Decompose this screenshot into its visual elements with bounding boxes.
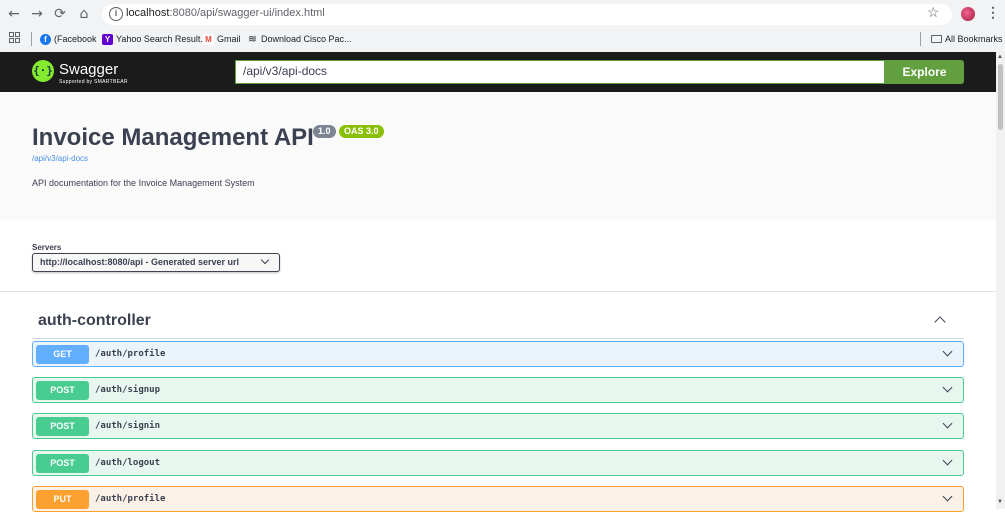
forward-arrow-icon[interactable]: → bbox=[27, 4, 47, 24]
swagger-logo-text[interactable]: Swagger bbox=[59, 61, 118, 78]
gmail-icon: M bbox=[203, 33, 214, 45]
browser-toolbar: ← → ⟳ ⌂ i localhost:8080/api/swagger-ui/… bbox=[0, 0, 1005, 52]
method-badge: POST bbox=[36, 417, 89, 436]
bookmark-facebook[interactable]: f (Facebook bbox=[40, 32, 97, 46]
bookmark-star-icon[interactable]: ☆ bbox=[927, 4, 940, 21]
operation-path: /auth/logout bbox=[95, 458, 161, 468]
operation-get-auth-profile[interactable]: GET /auth/profile bbox=[32, 341, 964, 367]
bookmark-yahoo[interactable]: Y Yahoo Search Result... bbox=[102, 32, 208, 46]
tag-collapse-toggle[interactable] bbox=[932, 313, 948, 328]
browser-nav-row: ← → ⟳ ⌂ i localhost:8080/api/swagger-ui/… bbox=[0, 0, 1005, 29]
explore-url-input[interactable]: /api/v3/api-docs bbox=[235, 60, 885, 84]
bookmark-label: Gmail bbox=[217, 34, 241, 44]
oas-badge: OAS 3.0 bbox=[339, 125, 384, 138]
swagger-logo-icon[interactable]: {·} bbox=[32, 60, 54, 82]
home-icon[interactable]: ⌂ bbox=[74, 4, 94, 24]
servers-label: Servers bbox=[32, 243, 62, 252]
method-badge: POST bbox=[36, 381, 89, 400]
reload-icon[interactable]: ⟳ bbox=[50, 4, 70, 24]
scroll-down-arrow-icon[interactable]: ▼ bbox=[997, 499, 1003, 505]
page-scrollbar[interactable]: ▲ ▼ bbox=[996, 52, 1005, 509]
address-bar[interactable]: i localhost:8080/api/swagger-ui/index.ht… bbox=[102, 4, 952, 25]
version-badge: 1.0 bbox=[313, 125, 336, 138]
profile-avatar[interactable] bbox=[961, 7, 975, 21]
all-bookmarks-label: All Bookmarks bbox=[945, 34, 1003, 44]
operation-put-auth-profile[interactable]: PUT /auth/profile bbox=[32, 486, 964, 512]
yahoo-icon: Y bbox=[102, 33, 113, 45]
chevron-down-icon bbox=[942, 382, 953, 393]
back-arrow-icon[interactable]: ← bbox=[4, 4, 24, 24]
operation-path: /auth/profile bbox=[95, 494, 166, 504]
explore-button[interactable]: Explore bbox=[885, 60, 964, 84]
kebab-menu-icon[interactable]: ⋮ bbox=[986, 4, 1000, 21]
bookmarks-bar: f (Facebook Y Yahoo Search Result... M G… bbox=[0, 29, 1005, 49]
chevron-up-icon bbox=[934, 316, 946, 328]
scroll-up-arrow-icon[interactable]: ▲ bbox=[997, 54, 1003, 60]
facebook-icon: f bbox=[40, 33, 51, 45]
servers-select[interactable]: http://localhost:8080/api - Generated se… bbox=[32, 253, 280, 272]
folder-icon bbox=[931, 35, 942, 43]
chevron-down-icon bbox=[260, 255, 270, 265]
api-info-section bbox=[0, 92, 996, 220]
bookmark-label: Download Cisco Pac... bbox=[261, 34, 352, 44]
bookmarks-divider bbox=[31, 32, 32, 46]
scrollbar-thumb[interactable] bbox=[998, 64, 1003, 130]
chevron-down-icon bbox=[942, 455, 953, 466]
operation-path: /auth/profile bbox=[95, 349, 166, 359]
operation-post-auth-signin[interactable]: POST /auth/signin bbox=[32, 413, 964, 439]
all-bookmarks[interactable]: All Bookmarks bbox=[931, 32, 1003, 46]
cisco-icon: ≋ bbox=[248, 33, 257, 45]
site-info-icon[interactable]: i bbox=[109, 7, 123, 21]
apps-grid-icon[interactable] bbox=[9, 32, 21, 44]
tag-title[interactable]: auth-controller bbox=[38, 312, 151, 330]
operation-post-auth-signup[interactable]: POST /auth/signup bbox=[32, 377, 964, 403]
method-badge: GET bbox=[36, 345, 89, 364]
operation-path: /auth/signup bbox=[95, 385, 161, 395]
operation-path: /auth/signin bbox=[95, 421, 161, 431]
api-docs-link[interactable]: /api/v3/api-docs bbox=[32, 154, 88, 163]
bookmark-gmail[interactable]: M Gmail bbox=[203, 32, 241, 46]
url-text[interactable]: localhost:8080/api/swagger-ui/index.html bbox=[126, 7, 325, 19]
operation-post-auth-logout[interactable]: POST /auth/logout bbox=[32, 450, 964, 476]
chevron-down-icon bbox=[942, 418, 953, 429]
bookmark-label: (Facebook bbox=[54, 34, 97, 44]
api-description: API documentation for the Invoice Manage… bbox=[32, 178, 255, 188]
api-title: Invoice Management API bbox=[32, 124, 314, 151]
tag-divider bbox=[32, 338, 964, 339]
chevron-down-icon bbox=[942, 491, 953, 502]
chevron-down-icon bbox=[942, 346, 953, 357]
method-badge: POST bbox=[36, 454, 89, 473]
bookmark-cisco[interactable]: ≋ Download Cisco Pac... bbox=[247, 32, 352, 46]
method-badge: PUT bbox=[36, 490, 89, 509]
servers-selected-value: http://localhost:8080/api - Generated se… bbox=[40, 257, 240, 267]
bookmark-label: Yahoo Search Result... bbox=[116, 34, 208, 44]
swagger-logo-subtitle: Supported by SMARTBEAR bbox=[59, 79, 128, 85]
bookmarks-divider bbox=[920, 32, 921, 46]
